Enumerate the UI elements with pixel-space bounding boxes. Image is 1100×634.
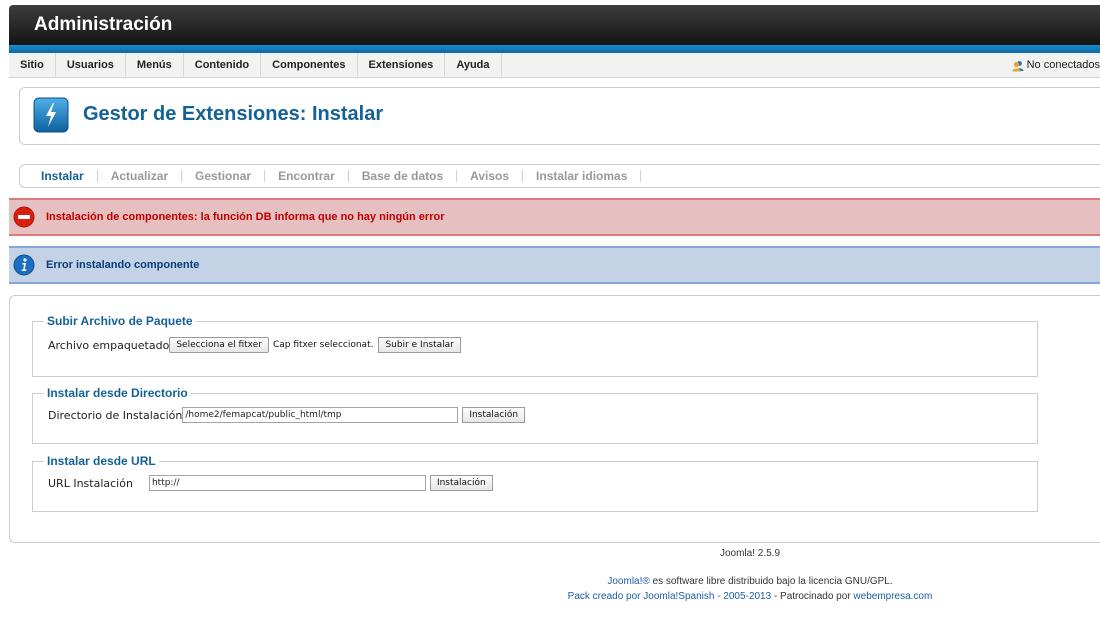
installer-submenu: Instalar Actualizar Gestionar Encontrar … (19, 164, 1100, 188)
header-title: Administración (34, 14, 173, 35)
login-status-text: No conectados (1026, 59, 1100, 71)
menu-extensiones[interactable]: Extensiones (358, 52, 446, 78)
error-message-text: Instalación de componentes: la función D… (46, 211, 445, 223)
install-directory-legend: Instalar desde Directorio (47, 386, 188, 400)
install-panel: Subir Archivo de Paquete Archivo empaque… (9, 295, 1100, 543)
menu-ayuda[interactable]: Ayuda (445, 52, 502, 78)
lightning-icon (33, 97, 69, 133)
main-menu-bar: Sitio Usuarios Menús Contenido Component… (9, 52, 1100, 78)
install-directory-button[interactable]: Instalación (462, 407, 526, 423)
install-directory-label: Directorio de Instalación (48, 408, 183, 422)
info-message-text: Error instalando componente (46, 259, 200, 271)
tab-actualizar[interactable]: Actualizar (98, 170, 183, 182)
install-url-input[interactable]: http:// (148, 475, 426, 491)
admin-header: Administración (9, 5, 1100, 45)
sponsor-text: - Patrocinado por (771, 591, 854, 602)
install-url-button[interactable]: Instalación (429, 475, 493, 491)
footer-credits: Pack creado por Joomla!Spanish - 2005-20… (0, 591, 1100, 602)
install-directory-fieldset: Instalar desde Directorio Directorio de … (32, 386, 1038, 444)
package-file-label: Archivo empaquetado (48, 338, 170, 352)
upload-package-fieldset: Subir Archivo de Paquete Archivo empaque… (32, 314, 1038, 377)
info-icon (13, 254, 35, 276)
menu-contenido[interactable]: Contenido (184, 52, 262, 78)
install-url-fieldset: Instalar desde URL URL Instalación http:… (32, 454, 1038, 512)
tab-instalar[interactable]: Instalar (28, 170, 98, 182)
file-status: Cap fitxer seleccionat. (272, 340, 374, 350)
license-text: es software libre distribuido bajo la li… (649, 576, 893, 587)
upload-install-button[interactable]: Subir e Instalar (378, 337, 461, 353)
install-url-label: URL Instalación (48, 476, 133, 490)
joomla-link[interactable]: Joomla!® (607, 576, 649, 587)
error-icon (13, 206, 35, 228)
joomla-version: Joomla! 2.5.9 (719, 548, 781, 559)
webempresa-link[interactable]: webempresa.com (853, 591, 932, 602)
menu-sitio[interactable]: Sitio (9, 52, 56, 78)
tab-instalar-idiomas[interactable]: Instalar idiomas (523, 170, 642, 182)
footer-license: Joomla!® es software libre distribuido b… (0, 576, 1100, 587)
package-file-input[interactable]: Selecciona el fitxer Cap fitxer seleccio… (169, 337, 378, 353)
menu-componentes[interactable]: Componentes (261, 52, 358, 78)
choose-file-button[interactable]: Selecciona el fitxer (169, 337, 269, 353)
joomlaspanish-link[interactable]: Pack creado por Joomla!Spanish - 2005-20… (568, 591, 771, 602)
install-url-legend: Instalar desde URL (47, 454, 156, 468)
tab-avisos[interactable]: Avisos (457, 170, 524, 182)
error-message: Instalación de componentes: la función D… (9, 198, 1100, 236)
menu-menus[interactable]: Menús (126, 52, 184, 78)
install-directory-input[interactable]: /home2/femapcat/public_html/tmp (182, 407, 459, 423)
tab-gestionar[interactable]: Gestionar (182, 170, 266, 182)
upload-package-legend: Subir Archivo de Paquete (47, 314, 193, 328)
users-icon (1011, 60, 1024, 71)
menu-usuarios[interactable]: Usuarios (56, 52, 126, 78)
info-message: Error instalando componente (9, 246, 1100, 284)
login-status: No conectados (1011, 53, 1100, 78)
tab-base-de-datos[interactable]: Base de datos (349, 170, 458, 182)
page-title-box: Gestor de Extensiones: Instalar (19, 87, 1100, 145)
page-title: Gestor de Extensiones: Instalar (83, 103, 384, 125)
tab-encontrar[interactable]: Encontrar (265, 170, 349, 182)
